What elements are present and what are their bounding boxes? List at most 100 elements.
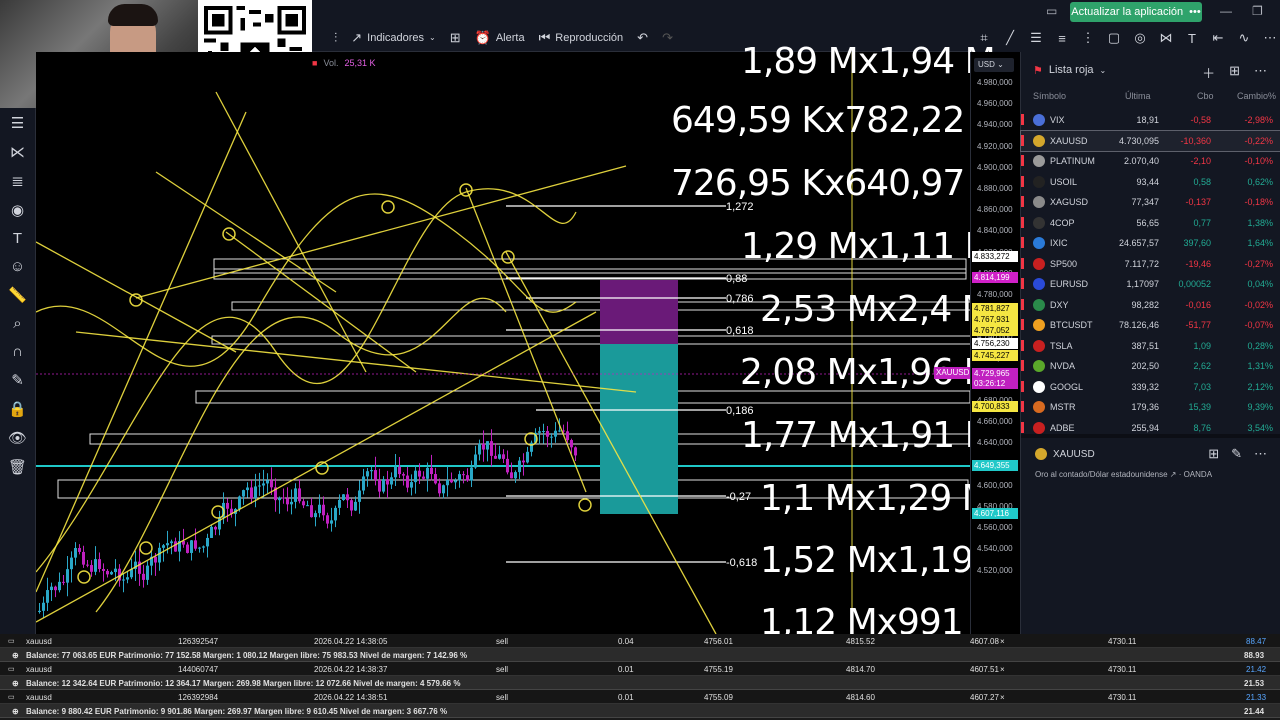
watchlist-row[interactable]: 4COP 56,65 0,77 1,38% xyxy=(1021,213,1280,234)
bar-style-button[interactable]: ⫶ xyxy=(334,30,337,46)
eye-icon[interactable]: 👁 xyxy=(8,429,27,447)
candle-body xyxy=(402,474,405,476)
measure-icon[interactable]: ⇤ xyxy=(1210,30,1226,46)
candle-body xyxy=(306,505,309,507)
symbol-logo-icon xyxy=(1033,278,1045,290)
watchlist-last: 98,282 xyxy=(1131,299,1159,310)
add-symbol-icon[interactable]: ＋ xyxy=(1202,63,1215,82)
watchlist-row[interactable]: XAUUSD 4.730,095 -10,360 -0,22% xyxy=(1020,129,1280,152)
watchlist-row[interactable]: USOIL 93,44 0,58 0,62% xyxy=(1021,172,1280,193)
candle-body xyxy=(110,572,113,575)
watchlist-row[interactable]: PLATINUM 2.070,40 -2,10 -0,10% xyxy=(1021,151,1280,172)
watchlist-row[interactable]: XAGUSD 77,347 -0,137 -0,18% xyxy=(1021,192,1280,213)
column-symbol[interactable]: Símbolo xyxy=(1033,91,1066,101)
screen-icon[interactable]: ▭ xyxy=(1046,4,1057,18)
candle-body xyxy=(462,474,465,476)
more-icon: ••• xyxy=(1189,6,1201,18)
circle-icon[interactable]: ◎ xyxy=(1132,30,1148,46)
column-change[interactable]: Cbo xyxy=(1197,91,1214,101)
watchlist-row[interactable]: DXY 98,282 -0,016 -0,02% xyxy=(1021,295,1280,316)
magnet-icon[interactable]: ∩ xyxy=(12,343,23,360)
edit-icon[interactable]: ✎ xyxy=(1231,446,1242,462)
column-last[interactable]: Última xyxy=(1125,91,1151,101)
minimize-icon[interactable]: — xyxy=(1220,4,1232,18)
menu-icon[interactable]: ☰ xyxy=(11,114,24,132)
pivot-marker xyxy=(77,570,91,584)
pattern-tool-icon[interactable]: ⋉ xyxy=(10,143,25,161)
symbol-logo-icon xyxy=(1033,134,1045,147)
lock-icon[interactable]: 🔒 xyxy=(8,400,27,418)
more-icon[interactable]: ⋯ xyxy=(1254,63,1267,82)
external-link-icon[interactable]: ↗ xyxy=(1170,470,1177,479)
close-x-icon[interactable]: × xyxy=(1000,693,1005,702)
watchlist-row[interactable]: MSTR 179,36 15,39 9,39% xyxy=(1021,397,1280,418)
indicators-button[interactable]: ↗ Indicadores ⌄ xyxy=(351,30,435,46)
pen-lock-icon[interactable]: ✎ xyxy=(11,371,24,389)
alert-button[interactable]: ⏰ Alerta xyxy=(475,30,525,46)
watchlist-row[interactable]: GOOGL 339,32 7,03 2,12% xyxy=(1021,377,1280,398)
undo-button[interactable]: ↶ xyxy=(637,30,648,46)
more-icon[interactable]: ⋯ xyxy=(1254,446,1267,462)
watchlist-row[interactable]: NVDA 202,50 2,62 1,31% xyxy=(1021,356,1280,377)
watchlist-row[interactable]: BTCUSDT 78.126,46 -51,77 -0,07% xyxy=(1021,315,1280,336)
watchlist-row[interactable]: IXIC 24.657,57 397,60 1,64% xyxy=(1021,233,1280,254)
layout-icon[interactable]: ⊞ xyxy=(1229,63,1240,82)
currency-selector[interactable]: USD ⌄ xyxy=(974,58,1014,72)
rectangle-icon[interactable]: ▢ xyxy=(1106,30,1122,46)
candle-body xyxy=(398,466,401,475)
plus-icon[interactable]: ⊕ xyxy=(12,707,19,716)
column-change-pct[interactable]: Cambio% xyxy=(1237,91,1276,101)
maximize-icon[interactable]: ❐ xyxy=(1252,4,1263,18)
hlines-icon[interactable]: ☰ xyxy=(1028,30,1044,46)
redo-button[interactable]: ↷ xyxy=(662,30,673,46)
watchlist-row[interactable]: EURUSD 1,17097 0,00052 0,04% xyxy=(1021,274,1280,295)
detail-symbol[interactable]: XAUUSD xyxy=(1053,449,1095,460)
trash-icon[interactable]: 🗑 xyxy=(8,458,27,476)
chevron-down-icon[interactable]: ⌄ xyxy=(1100,66,1107,75)
wave-icon[interactable]: ∿ xyxy=(1236,30,1252,46)
emoji-icon[interactable]: ☺ xyxy=(10,258,25,275)
candle-body xyxy=(154,556,157,563)
watchlist-title[interactable]: Lista roja xyxy=(1049,64,1094,76)
balance-row[interactable]: ⊕ Balance: 12 342.64 EUR Patrimonio: 12 3… xyxy=(0,676,1280,690)
plus-icon[interactable]: ⊕ xyxy=(12,651,19,660)
price-axis[interactable]: 4.980,000 4.960,000 4.940,000 4.920,000 4.90… xyxy=(970,52,1020,634)
text-tool-icon[interactable]: T xyxy=(13,230,22,247)
trade-row[interactable]: ▭ xauusd 144060747 2026.04.22 14:38:37 sell 0… xyxy=(0,662,1280,676)
balance-value: 21.53 xyxy=(1244,679,1265,688)
close-x-icon[interactable]: × xyxy=(1000,637,1005,646)
zoom-icon[interactable]: ⌕ xyxy=(13,315,21,332)
watchlist-row[interactable]: TSLA 387,51 1,09 0,28% xyxy=(1021,336,1280,357)
candle-body xyxy=(466,475,469,481)
trade-row[interactable]: ▭ xauusd 126392984 2026.04.22 14:38:51 sell 0… xyxy=(0,690,1280,704)
ruler-icon[interactable]: 📏 xyxy=(8,286,27,304)
close-x-icon[interactable]: × xyxy=(1000,665,1005,674)
candle-body xyxy=(286,498,289,505)
plus-icon[interactable]: ⊕ xyxy=(12,679,19,688)
trade-row[interactable]: ▭ xauusd 126392547 2026.04.22 14:38:05 sell 0… xyxy=(0,634,1280,648)
channel-icon[interactable]: ≡ xyxy=(1054,31,1070,46)
replay-button[interactable]: ⏮ Reproducción xyxy=(539,30,624,46)
balance-row[interactable]: ⊕ Balance: 9 880.42 EUR Patrimonio: 9 901… xyxy=(0,704,1280,718)
candle-body xyxy=(546,431,549,437)
fib-level-label: -0,27 xyxy=(726,491,751,503)
candle-body xyxy=(42,602,45,611)
replay-icon: ⏮ xyxy=(538,29,551,45)
more-tools-icon[interactable]: ⋯ xyxy=(1262,30,1278,46)
candle-body xyxy=(454,480,457,483)
trendline-icon[interactable]: ╱ xyxy=(1002,30,1018,46)
candle-body xyxy=(38,610,41,612)
update-app-button[interactable]: Actualizar la aplicación ••• xyxy=(1070,2,1202,22)
pattern-icon[interactable]: ⋈ xyxy=(1158,30,1174,46)
text-icon[interactable]: T xyxy=(1184,31,1200,46)
circle-tool-icon[interactable]: ◉ xyxy=(11,201,24,219)
watchlist-row[interactable]: VIX 18,91 -0,58 -2,98% xyxy=(1021,110,1280,131)
balance-row[interactable]: ⊕ Balance: 77 063.65 EUR Patrimonio: 77 1… xyxy=(0,648,1280,662)
lines-tool-icon[interactable]: ≣ xyxy=(11,172,24,190)
templates-button[interactable]: ⊞ xyxy=(450,30,461,46)
watchlist-row[interactable]: SP500 7.117,72 -19,46 -0,27% xyxy=(1021,254,1280,275)
candle-body xyxy=(478,443,481,455)
fib-icon[interactable]: ⋮ xyxy=(1080,30,1096,46)
layout-icon[interactable]: ⊞ xyxy=(1208,446,1219,462)
update-app-label: Actualizar la aplicación xyxy=(1071,6,1184,18)
